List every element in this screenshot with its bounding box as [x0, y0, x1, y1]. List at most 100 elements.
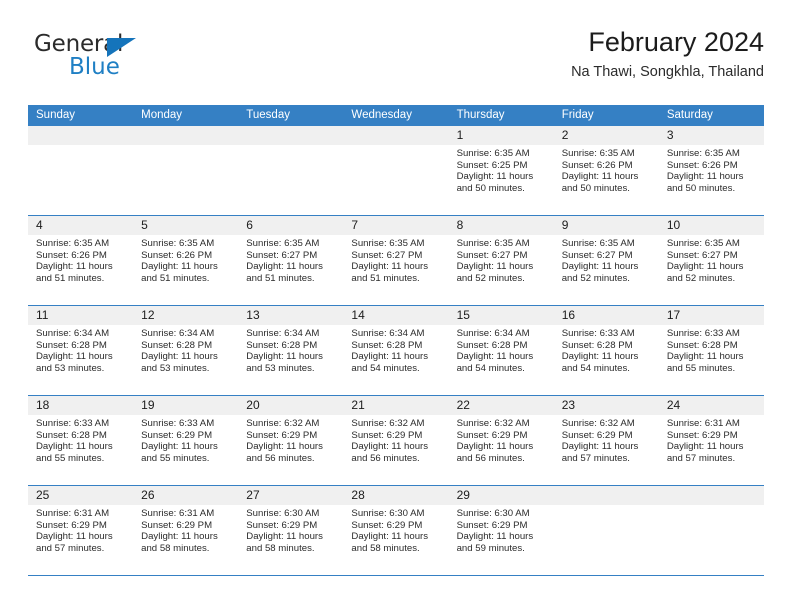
day-cell[interactable]: 19 Sunrise: 6:33 AM Sunset: 6:29 PM Dayligh… — [133, 396, 239, 485]
day-cell[interactable]: 5 Sunrise: 6:35 AM Sunset: 6:26 PM Daylight… — [133, 216, 239, 305]
day-cell[interactable]: 17 Sunrise: 6:33 AM Sunset: 6:28 PM Dayligh… — [658, 306, 764, 395]
day-cell[interactable]: 6 Sunrise: 6:35 AM Sunset: 6:27 PM Daylight… — [238, 216, 344, 305]
day-daylight1-text: Daylight: 11 hours — [246, 441, 323, 453]
day-sunrise-text: Sunrise: 6:35 AM — [561, 238, 635, 249]
weekday-header-row: Sunday Monday Tuesday Wednesday Thursday Frid… — [28, 105, 764, 126]
day-sunrise-text: Sunrise: 6:33 AM — [36, 418, 110, 429]
day-cell[interactable]: 1 Sunrise: 6:35 AM Sunset: 6:25 PM Daylight… — [448, 126, 554, 215]
day-cell-empty — [658, 486, 764, 575]
day-sunrise-text: Sunrise: 6:35 AM — [666, 238, 740, 249]
day-number: 18 — [28, 396, 134, 415]
day-sunset-text: Sunset: 6:29 PM — [351, 519, 423, 531]
day-sunrise-text: Sunrise: 6:35 AM — [456, 238, 530, 249]
day-number: 17 — [658, 306, 764, 325]
day-number: 21 — [343, 396, 449, 415]
calendar-weeks: 1 Sunrise: 6:35 AM Sunset: 6:25 PM Daylight… — [28, 126, 764, 576]
day-sun-info: Sunrise: 6:32 AM Sunset: 6:29 PM Daylight:… — [554, 415, 659, 464]
calendar-week-row: 1 Sunrise: 6:35 AM Sunset: 6:25 PM Daylight… — [28, 126, 764, 216]
day-cell[interactable]: 11 Sunrise: 6:34 AM Sunset: 6:28 PM Dayligh… — [28, 306, 134, 395]
calendar-week-row: 18 Sunrise: 6:33 AM Sunset: 6:28 PM Dayligh… — [28, 396, 764, 486]
day-daylight2-text: and 52 minutes. — [561, 272, 630, 284]
day-cell[interactable]: 9 Sunrise: 6:35 AM Sunset: 6:27 PM Daylight… — [553, 216, 659, 305]
day-daylight1-text: Daylight: 11 hours — [351, 351, 429, 363]
day-cell[interactable]: 22 Sunrise: 6:32 AM Sunset: 6:29 PM Dayligh… — [448, 396, 554, 485]
day-daylight2-text: and 58 minutes. — [351, 542, 420, 554]
day-cell[interactable]: 4 Sunrise: 6:35 AM Sunset: 6:26 PM Daylight… — [28, 216, 134, 305]
calendar-week-row: 25 Sunrise: 6:31 AM Sunset: 6:29 PM Dayligh… — [28, 486, 764, 576]
day-sunrise-text: Sunrise: 6:34 AM — [456, 328, 530, 339]
day-cell[interactable]: 13 Sunrise: 6:34 AM Sunset: 6:28 PM Dayligh… — [238, 306, 344, 395]
day-number: 28 — [343, 486, 449, 505]
day-daylight1-text: Daylight: 11 hours — [141, 351, 218, 363]
day-sunrise-text: Sunrise: 6:34 AM — [351, 328, 425, 339]
day-sunrise-text: Sunrise: 6:34 AM — [246, 328, 320, 339]
day-daylight1-text: Daylight: 11 hours — [36, 531, 113, 543]
day-sunrise-text: Sunrise: 6:30 AM — [351, 508, 425, 519]
day-daylight1-text: Daylight: 11 hours — [456, 441, 534, 453]
day-cell[interactable]: 8 Sunrise: 6:35 AM Sunset: 6:27 PM Daylight… — [448, 216, 554, 305]
day-daylight1-text: Daylight: 11 hours — [561, 351, 639, 363]
day-daylight2-text: and 57 minutes. — [561, 452, 630, 464]
day-sun-info: Sunrise: 6:32 AM Sunset: 6:29 PM Daylight:… — [343, 415, 448, 464]
day-cell[interactable]: 23 Sunrise: 6:32 AM Sunset: 6:29 PM Dayligh… — [553, 396, 659, 485]
day-cell[interactable]: 28 Sunrise: 6:30 AM Sunset: 6:29 PM Dayligh… — [343, 486, 449, 575]
day-cell[interactable]: 14 Sunrise: 6:34 AM Sunset: 6:28 PM Dayligh… — [343, 306, 449, 395]
day-sun-info: Sunrise: 6:30 AM Sunset: 6:29 PM Daylight:… — [449, 505, 554, 554]
day-daylight1-text: Daylight: 11 hours — [246, 531, 323, 543]
day-sun-info: Sunrise: 6:32 AM Sunset: 6:29 PM Daylight:… — [238, 415, 343, 464]
day-cell[interactable]: 2 Sunrise: 6:35 AM Sunset: 6:26 PM Daylight… — [553, 126, 659, 215]
day-number: 24 — [658, 396, 764, 415]
day-sunset-text: Sunset: 6:26 PM — [666, 159, 738, 171]
day-number: 29 — [448, 486, 554, 505]
day-number: 19 — [133, 396, 239, 415]
day-daylight2-text: and 53 minutes. — [36, 362, 105, 374]
day-sun-info: Sunrise: 6:34 AM Sunset: 6:28 PM Daylight:… — [133, 325, 238, 374]
day-sun-info: Sunrise: 6:35 AM Sunset: 6:26 PM Daylight:… — [133, 235, 238, 284]
day-sunset-text: Sunset: 6:29 PM — [36, 519, 107, 531]
day-cell[interactable]: 12 Sunrise: 6:34 AM Sunset: 6:28 PM Dayligh… — [133, 306, 239, 395]
day-sunset-text: Sunset: 6:28 PM — [36, 339, 107, 351]
day-number — [133, 126, 239, 145]
day-cell[interactable]: 25 Sunrise: 6:31 AM Sunset: 6:29 PM Dayligh… — [28, 486, 134, 575]
day-daylight2-text: and 56 minutes. — [246, 452, 315, 464]
day-number: 11 — [28, 306, 134, 325]
day-daylight1-text: Daylight: 11 hours — [666, 261, 744, 273]
day-daylight1-text: Daylight: 11 hours — [456, 531, 534, 543]
day-cell[interactable]: 26 Sunrise: 6:31 AM Sunset: 6:29 PM Dayligh… — [133, 486, 239, 575]
day-sun-info: Sunrise: 6:35 AM Sunset: 6:27 PM Daylight:… — [238, 235, 343, 284]
day-daylight2-text: and 53 minutes. — [141, 362, 210, 374]
day-sunrise-text: Sunrise: 6:32 AM — [561, 418, 635, 429]
day-daylight2-text: and 54 minutes. — [351, 362, 420, 374]
day-sunrise-text: Sunrise: 6:33 AM — [666, 328, 740, 339]
day-cell[interactable]: 10 Sunrise: 6:35 AM Sunset: 6:27 PM Dayligh… — [658, 216, 764, 305]
day-number: 4 — [28, 216, 134, 235]
day-sun-info: Sunrise: 6:35 AM Sunset: 6:27 PM Daylight:… — [449, 235, 554, 284]
day-cell[interactable]: 16 Sunrise: 6:33 AM Sunset: 6:28 PM Dayligh… — [553, 306, 659, 395]
day-sun-info: Sunrise: 6:32 AM Sunset: 6:29 PM Daylight:… — [449, 415, 554, 464]
day-sunrise-text: Sunrise: 6:35 AM — [246, 238, 320, 249]
general-blue-logo[interactable]: General Blue — [34, 33, 214, 95]
day-number: 10 — [658, 216, 764, 235]
day-daylight1-text: Daylight: 11 hours — [456, 351, 534, 363]
day-cell[interactable]: 27 Sunrise: 6:30 AM Sunset: 6:29 PM Dayligh… — [238, 486, 344, 575]
day-sun-info: Sunrise: 6:31 AM Sunset: 6:29 PM Daylight:… — [133, 505, 238, 554]
weekday-header-monday: Monday — [141, 109, 183, 121]
day-cell[interactable]: 24 Sunrise: 6:31 AM Sunset: 6:29 PM Dayligh… — [658, 396, 764, 485]
day-number: 20 — [238, 396, 344, 415]
day-cell[interactable]: 18 Sunrise: 6:33 AM Sunset: 6:28 PM Dayligh… — [28, 396, 134, 485]
day-cell[interactable]: 3 Sunrise: 6:35 AM Sunset: 6:26 PM Daylight… — [658, 126, 764, 215]
day-sunset-text: Sunset: 6:28 PM — [36, 429, 107, 441]
day-cell[interactable]: 21 Sunrise: 6:32 AM Sunset: 6:29 PM Dayligh… — [343, 396, 449, 485]
day-sunrise-text: Sunrise: 6:33 AM — [141, 418, 215, 429]
day-sunrise-text: Sunrise: 6:32 AM — [351, 418, 425, 429]
day-sunrise-text: Sunrise: 6:30 AM — [456, 508, 530, 519]
day-cell[interactable]: 29 Sunrise: 6:30 AM Sunset: 6:29 PM Dayligh… — [448, 486, 554, 575]
calendar-grid: Sunday Monday Tuesday Wednesday Thursday Frid… — [28, 105, 764, 576]
day-cell[interactable]: 15 Sunrise: 6:34 AM Sunset: 6:28 PM Dayligh… — [448, 306, 554, 395]
day-cell[interactable]: 7 Sunrise: 6:35 AM Sunset: 6:27 PM Daylight… — [343, 216, 449, 305]
day-daylight2-text: and 51 minutes. — [351, 272, 420, 284]
day-cell[interactable]: 20 Sunrise: 6:32 AM Sunset: 6:29 PM Dayligh… — [238, 396, 344, 485]
calendar-week-row: 4 Sunrise: 6:35 AM Sunset: 6:26 PM Daylight… — [28, 216, 764, 306]
day-daylight1-text: Daylight: 11 hours — [141, 441, 218, 453]
page-subtitle: Na Thawi, Songkhla, Thailand — [571, 63, 764, 80]
